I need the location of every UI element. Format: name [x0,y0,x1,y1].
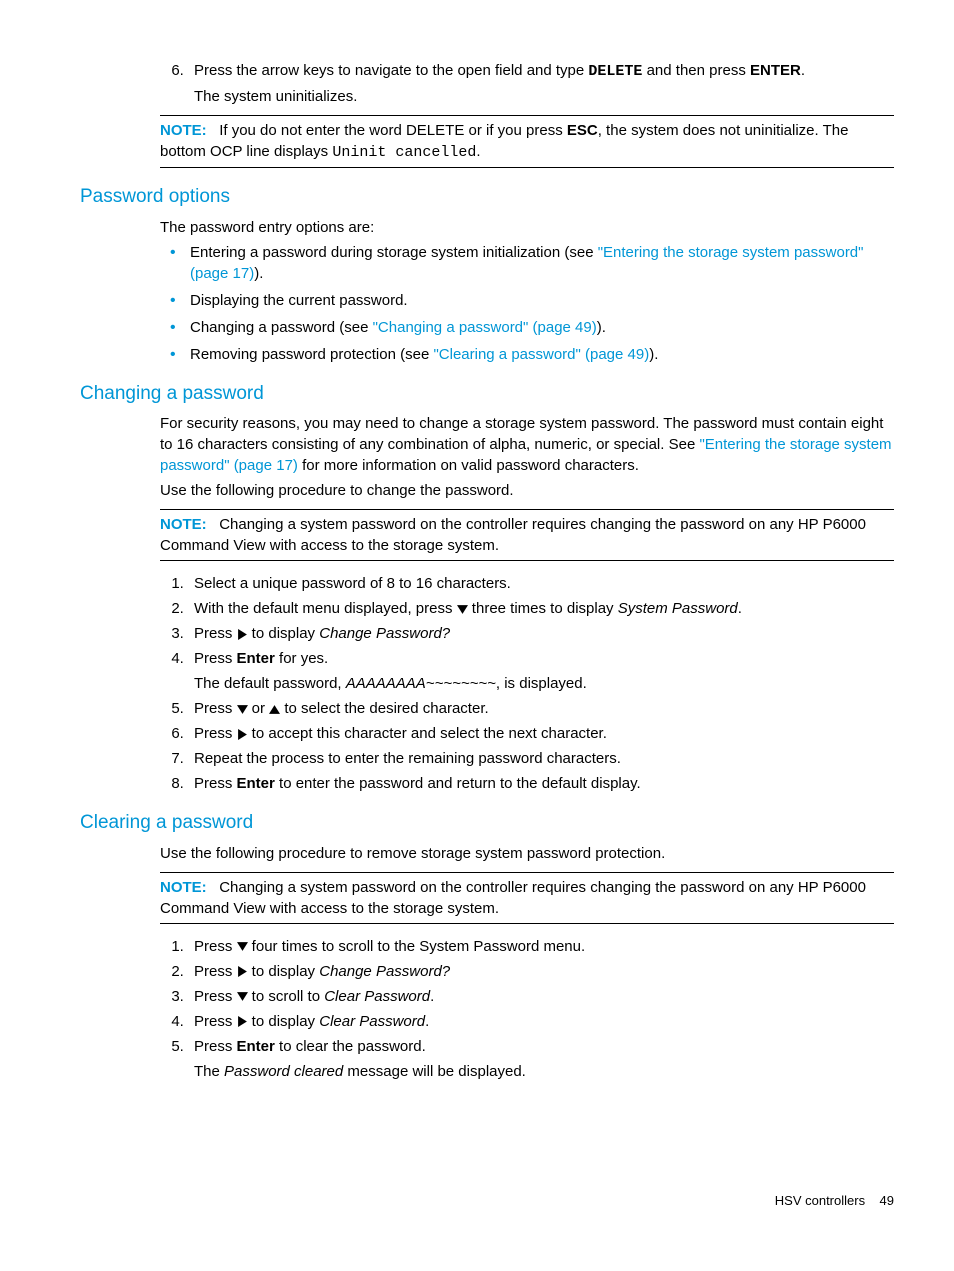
heading-clearing-password: Clearing a password [80,810,894,837]
heading-password-options: Password options [80,184,894,211]
clearing-steps: Press four times to scroll to the System… [160,936,894,1082]
clearing-step-4: Press to display Clear Password. [188,1011,894,1032]
note-changing-text: Changing a system password on the contro… [160,516,866,554]
note-label: NOTE: [160,879,207,896]
clearing-step-2: Press to display Change Password? [188,961,894,982]
changing-p1: For security reasons, you may need to ch… [160,413,894,476]
changing-p2: Use the following procedure to change th… [160,480,894,501]
page-footer: HSV controllers 49 [80,1192,894,1210]
step6-text-mid: and then press [642,62,750,79]
esc-key: ESC [567,122,598,139]
right-arrow-icon [237,729,248,740]
step6-text-post: . [801,62,805,79]
note-clearing: NOTE: Changing a system password on the … [160,872,894,924]
note1-t1: If you do not enter the word DELETE or i… [219,122,567,139]
up-arrow-icon [269,704,280,715]
step6-text-pre: Press the arrow keys to navigate to the … [194,62,588,79]
note1-t3: . [476,143,480,160]
pw-opt-remove: Removing password protection (see "Clear… [160,344,894,365]
right-arrow-icon [237,629,248,640]
footer-page: 49 [880,1193,894,1208]
right-arrow-icon [237,1016,248,1027]
enter-key: ENTER [750,62,801,79]
step-6: Press the arrow keys to navigate to the … [188,60,894,107]
note-uninitialize: NOTE: If you do not enter the word DELET… [160,115,894,168]
note-label: NOTE: [160,122,207,139]
note-changing: NOTE: Changing a system password on the … [160,509,894,561]
changing-step-3: Press to display Change Password? [188,623,894,644]
pw-opt-display: Displaying the current password. [160,290,894,311]
down-arrow-icon [237,991,248,1002]
changing-step-1: Select a unique password of 8 to 16 char… [188,573,894,594]
link-clearing-password-49[interactable]: "Clearing a password" (page 49) [433,346,649,363]
note-label: NOTE: [160,516,207,533]
pw-opt-change: Changing a password (see "Changing a pas… [160,317,894,338]
right-arrow-icon [237,966,248,977]
pw-opt-enter: Entering a password during storage syste… [160,242,894,284]
down-arrow-icon [457,604,468,615]
changing-step-2: With the default menu displayed, press t… [188,598,894,619]
changing-step-5: Press or to select the desired character… [188,698,894,719]
footer-section: HSV controllers [775,1193,865,1208]
clearing-step-3: Press to scroll to Clear Password. [188,986,894,1007]
changing-step-7: Repeat the process to enter the remainin… [188,748,894,769]
changing-step-6: Press to accept this character and selec… [188,723,894,744]
pw-options-list: Entering a password during storage syste… [160,242,894,365]
pw-options-intro: The password entry options are: [160,217,894,238]
clearing-step-5: Press Enter to clear the password. The P… [188,1036,894,1082]
step6-result: The system uninitializes. [194,86,894,107]
down-arrow-icon [237,941,248,952]
clearing-p1: Use the following procedure to remove st… [160,843,894,864]
delete-command: DELETE [588,63,642,80]
changing-step-4: Press Enter for yes. The default passwor… [188,648,894,694]
heading-changing-password: Changing a password [80,381,894,408]
link-changing-password-49[interactable]: "Changing a password" (page 49) [373,319,597,336]
changing-steps: Select a unique password of 8 to 16 char… [160,573,894,794]
note-clearing-text: Changing a system password on the contro… [160,879,866,917]
step-list-continuation: Press the arrow keys to navigate to the … [160,60,894,107]
uninit-cancelled-code: Uninit cancelled [332,144,476,161]
changing-step4-sub: The default password, AAAAAAAA~~~~~~~~, … [194,673,894,694]
down-arrow-icon [237,704,248,715]
changing-step-8: Press Enter to enter the password and re… [188,773,894,794]
clearing-step-1: Press four times to scroll to the System… [188,936,894,957]
clearing-step5-sub: The Password cleared message will be dis… [194,1061,894,1082]
